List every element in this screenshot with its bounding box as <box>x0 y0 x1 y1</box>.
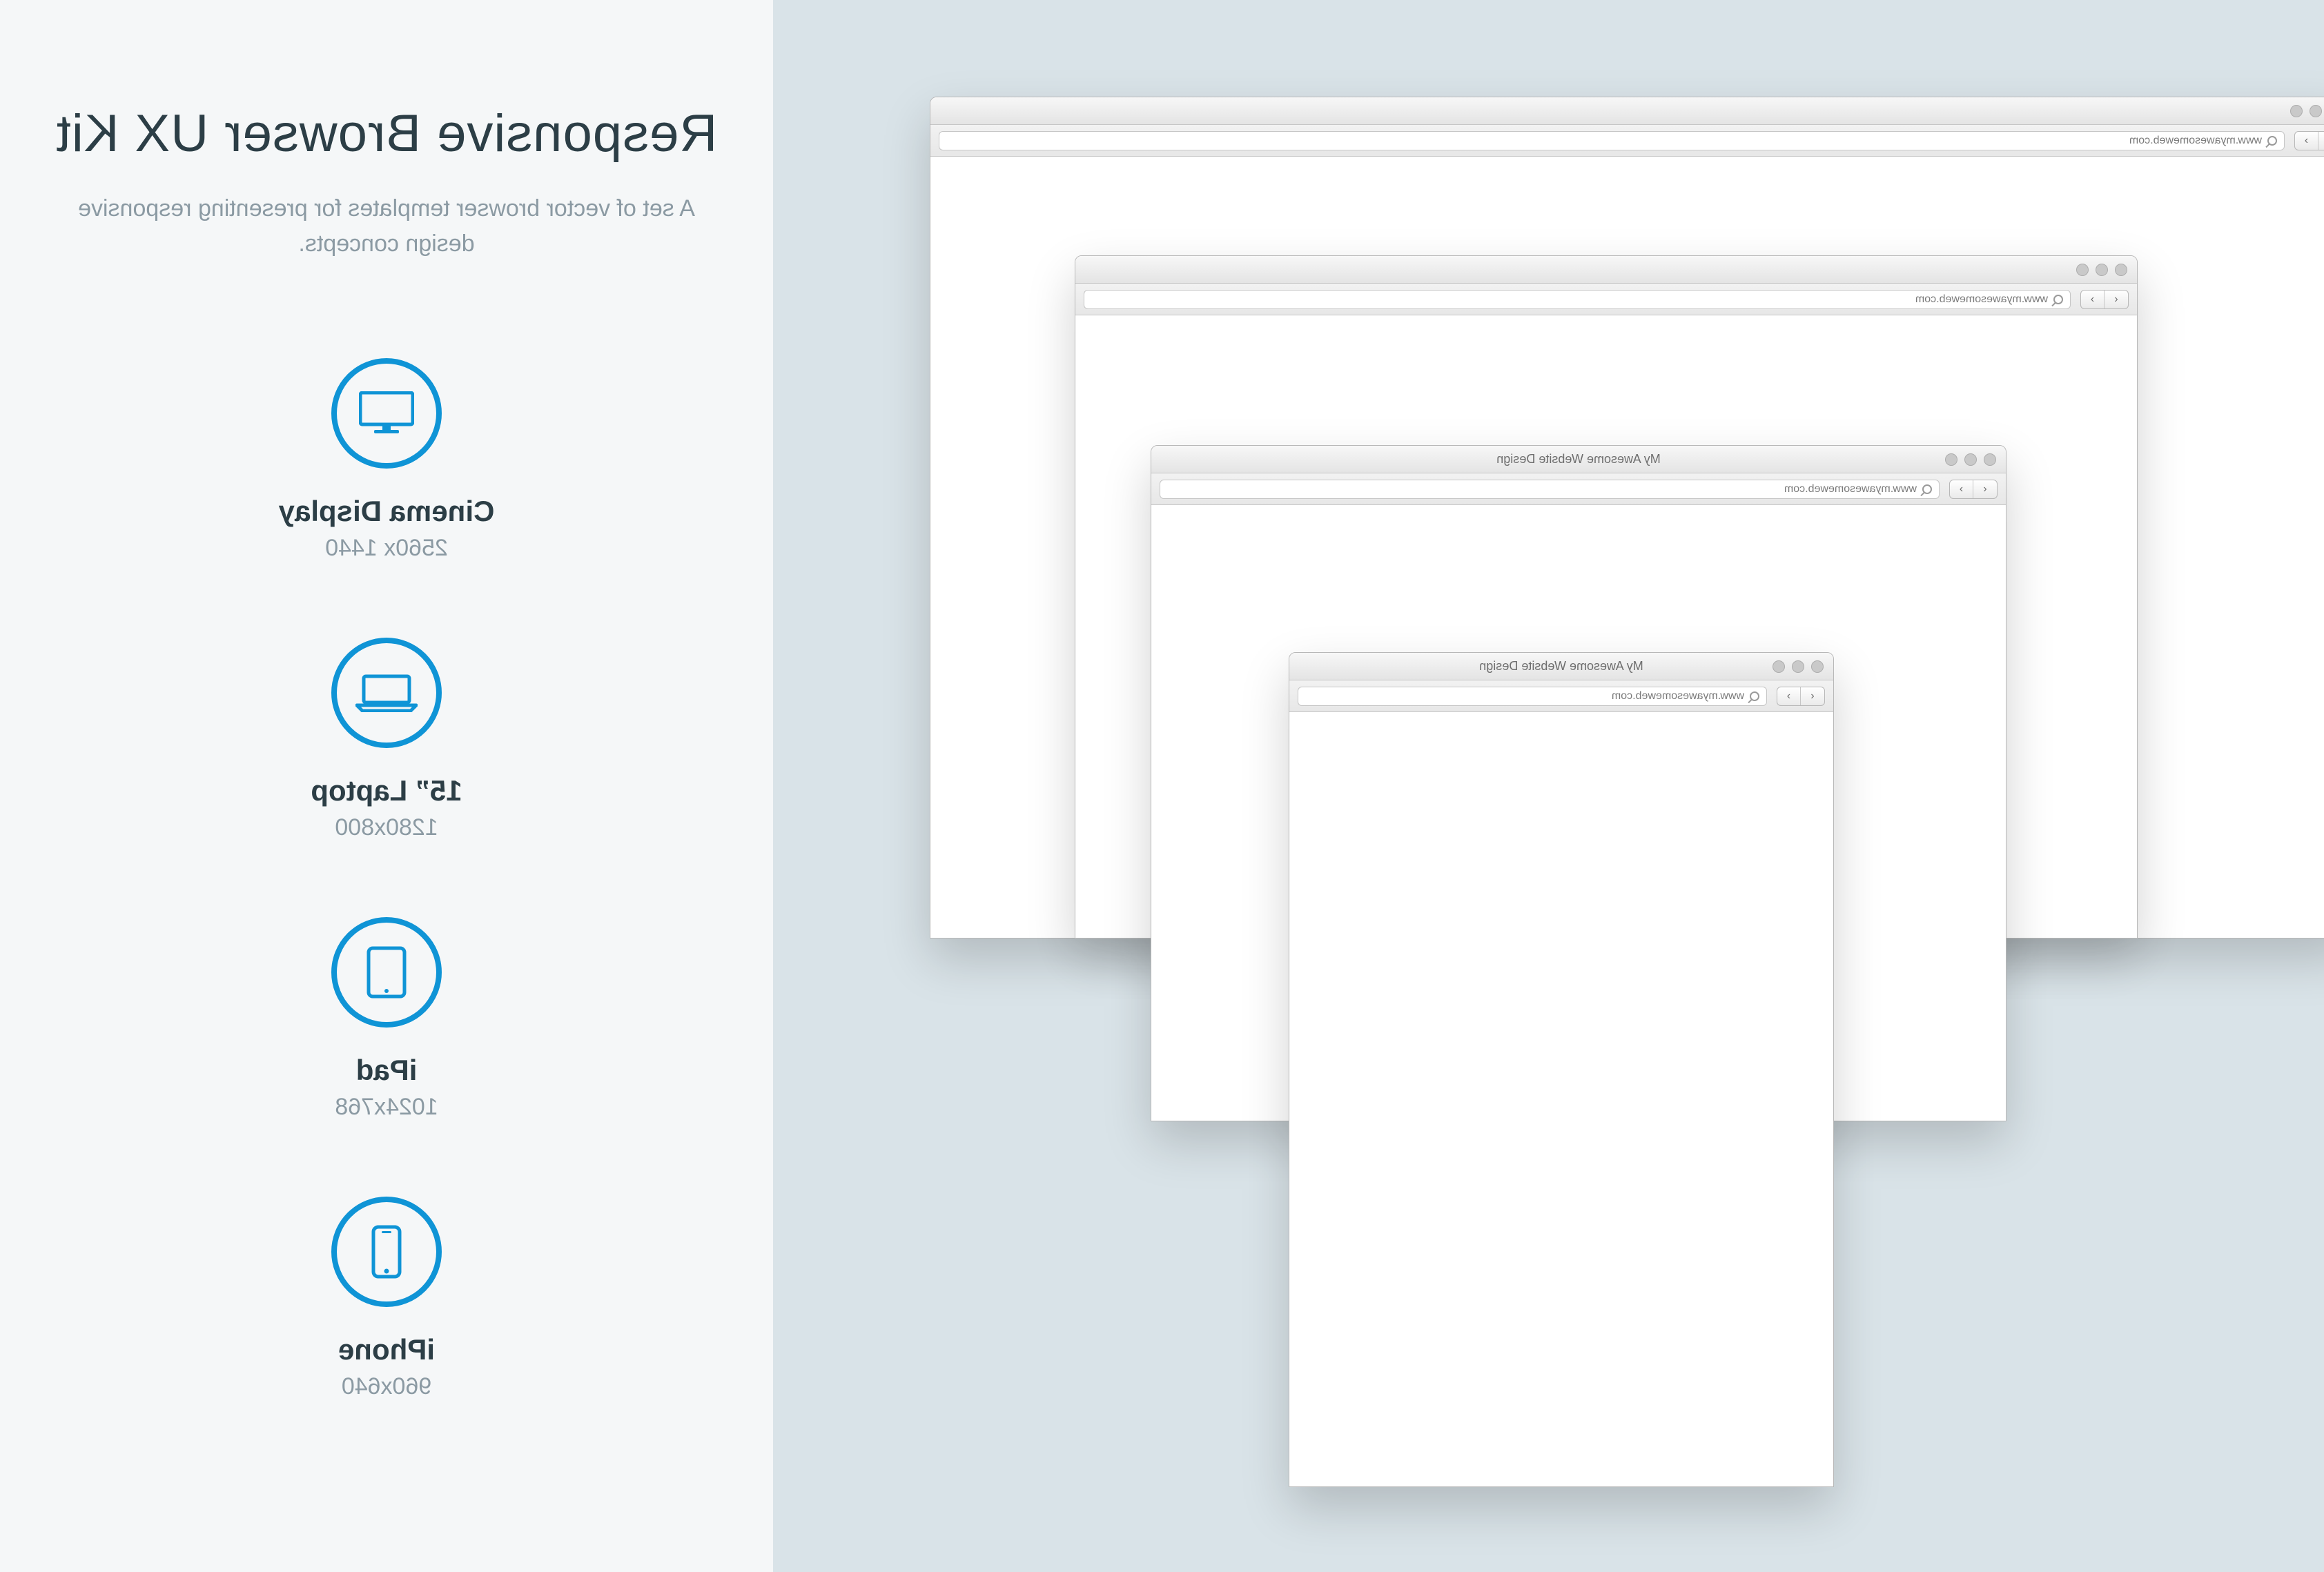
device-name: 15” Laptop <box>311 774 462 807</box>
traffic-lights[interactable] <box>2076 264 2127 276</box>
window-titlebar <box>1075 256 2137 284</box>
info-panel: Responsive Browser UX Kit A set of vecto… <box>0 0 773 1572</box>
traffic-lights[interactable] <box>1945 453 1996 466</box>
zoom-icon[interactable] <box>2290 105 2303 117</box>
back-button[interactable]: ‹ <box>2105 291 2128 308</box>
browser-window-iphone: My Awesome Website Design ‹ › www.myawes… <box>1289 652 1834 1487</box>
mockup-stage: ‹ › www.myawesomeweb.com ‹ › <box>773 0 2324 1572</box>
search-icon <box>1922 484 1932 494</box>
traffic-lights[interactable] <box>1773 660 1824 673</box>
nav-buttons: ‹ › <box>1949 480 1998 499</box>
forward-button[interactable]: › <box>1950 480 1973 498</box>
minimize-icon[interactable] <box>2310 105 2322 117</box>
address-bar[interactable]: www.myawesomeweb.com <box>1160 480 1940 499</box>
search-icon <box>2267 136 2277 146</box>
search-icon <box>1750 691 1759 701</box>
nav-buttons: ‹ › <box>1777 687 1825 706</box>
minimize-icon[interactable] <box>2096 264 2108 276</box>
kit-subtitle: A set of vector browser templates for pr… <box>55 191 718 262</box>
browser-toolbar: ‹ › www.myawesomeweb.com <box>930 125 2324 157</box>
zoom-icon[interactable] <box>1945 453 1957 466</box>
monitor-icon <box>331 358 442 469</box>
address-url: www.myawesomeweb.com <box>1612 690 1744 703</box>
window-title: My Awesome Website Design <box>1289 659 1833 674</box>
back-button[interactable]: ‹ <box>1801 687 1824 705</box>
forward-button[interactable]: › <box>2081 291 2105 308</box>
window-titlebar: My Awesome Website Design <box>1151 446 2006 473</box>
nav-buttons: ‹ › <box>2294 131 2324 150</box>
traffic-lights[interactable] <box>2290 105 2324 117</box>
back-button[interactable]: ‹ <box>1973 480 1997 498</box>
close-icon[interactable] <box>1811 660 1824 673</box>
browser-viewport <box>1289 712 1833 1486</box>
address-url: www.myawesomeweb.com <box>2129 135 2262 147</box>
forward-button[interactable]: › <box>2295 132 2318 150</box>
minimize-icon[interactable] <box>1792 660 1804 673</box>
window-titlebar: My Awesome Website Design <box>1289 653 1833 680</box>
nav-buttons: ‹ › <box>2080 290 2129 309</box>
device-resolution: 1280x800 <box>311 814 462 841</box>
close-icon[interactable] <box>2115 264 2127 276</box>
address-bar[interactable]: www.myawesomeweb.com <box>1298 687 1767 706</box>
device-name: iPad <box>331 1054 442 1087</box>
phone-icon <box>331 1197 442 1307</box>
device-list: Cinema Display 2560x 1440 15” Laptop 128… <box>55 358 718 1400</box>
device-name: Cinema Display <box>279 495 495 528</box>
browser-toolbar: ‹ › www.myawesomeweb.com <box>1151 473 2006 505</box>
device-iphone: iPhone 960x640 <box>331 1197 442 1400</box>
address-bar[interactable]: www.myawesomeweb.com <box>939 131 2285 150</box>
kit-title: Responsive Browser UX Kit <box>55 104 718 164</box>
laptop-icon <box>331 638 442 748</box>
address-url: www.myawesomeweb.com <box>1915 293 2048 306</box>
device-ipad: iPad 1024x768 <box>331 917 442 1121</box>
browser-toolbar: ‹ › www.myawesomeweb.com <box>1289 680 1833 712</box>
address-url: www.myawesomeweb.com <box>1784 483 1917 495</box>
device-resolution: 960x640 <box>331 1373 442 1400</box>
tablet-icon <box>331 917 442 1028</box>
zoom-icon[interactable] <box>1773 660 1785 673</box>
device-name: iPhone <box>331 1333 442 1366</box>
search-icon <box>2053 295 2063 304</box>
close-icon[interactable] <box>1984 453 1996 466</box>
device-resolution: 1024x768 <box>331 1094 442 1121</box>
window-title: My Awesome Website Design <box>1151 452 2006 466</box>
device-cinema: Cinema Display 2560x 1440 <box>279 358 495 562</box>
browser-toolbar: ‹ › www.myawesomeweb.com <box>1075 284 2137 315</box>
minimize-icon[interactable] <box>1964 453 1977 466</box>
zoom-icon[interactable] <box>2076 264 2089 276</box>
device-laptop: 15” Laptop 1280x800 <box>311 638 462 841</box>
back-button[interactable]: ‹ <box>2318 132 2324 150</box>
forward-button[interactable]: › <box>1777 687 1801 705</box>
device-resolution: 2560x 1440 <box>279 535 495 562</box>
address-bar[interactable]: www.myawesomeweb.com <box>1084 290 2071 309</box>
window-titlebar <box>930 97 2324 125</box>
